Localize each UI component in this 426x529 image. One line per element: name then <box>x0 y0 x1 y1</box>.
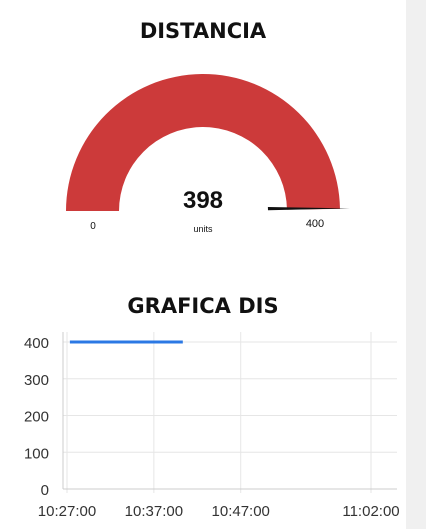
x-tick-label: 10:37:00 <box>125 503 183 520</box>
y-tick-label: 200 <box>24 409 49 426</box>
x-tick-label: 11:02:00 <box>342 503 399 520</box>
chart-gridlines <box>62 332 397 493</box>
x-tick-label: 10:27:00 <box>38 503 96 520</box>
y-tick-label: 300 <box>24 372 49 389</box>
chart-x-axis: 10:27:00 10:37:00 10:47:00 11:02:00 <box>38 503 400 520</box>
y-tick-label: 0 <box>41 482 49 499</box>
distance-line-chart: 0 100 200 300 400 10:27:00 10:37:00 10:47:00 11… <box>24 332 400 520</box>
x-tick-label: 10:47:00 <box>212 503 270 520</box>
dashboard-card: DISTANCIA 398 units 0 400 GRAFICA DIS 01… <box>0 0 406 529</box>
y-tick-label: 100 <box>24 445 49 462</box>
chart-y-axis: 0 100 200 300 400 <box>24 335 49 499</box>
y-tick-label: 400 <box>24 335 49 352</box>
